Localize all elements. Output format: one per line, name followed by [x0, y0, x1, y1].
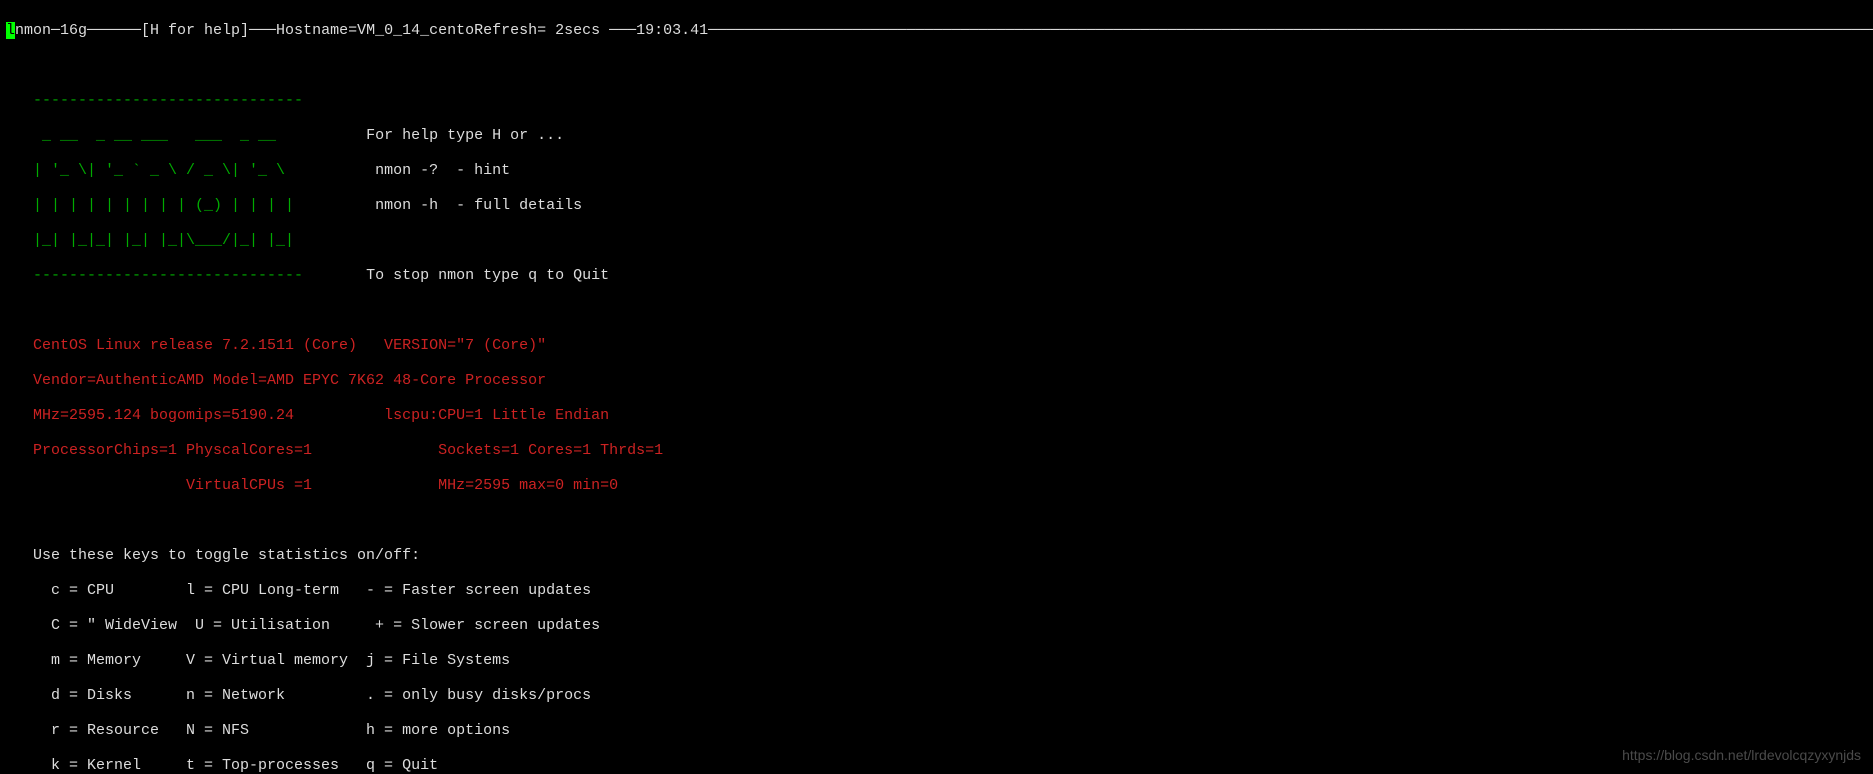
logo-border-bottom: ------------------------------: [6, 267, 366, 284]
keys-row: c = CPU l = CPU Long-term - = Faster scr…: [6, 582, 1867, 600]
sysinfo-os: CentOS Linux release 7.2.1511 (Core) VER…: [6, 337, 1867, 355]
header-prefix: nmon─16g──────[H for help]───Hostname=: [15, 22, 357, 39]
nmon-terminal[interactable]: lnmon─16g──────[H for help]───Hostname=V…: [0, 0, 1873, 774]
help-text: To stop nmon type q to Quit: [366, 267, 609, 284]
help-text: nmon -h - full details: [366, 197, 582, 214]
sysinfo-vcpu: VirtualCPUs =1 MHz=2595 max=0 min=0: [6, 477, 1867, 495]
blank-row: [6, 57, 1867, 75]
nmon-logo-line: | | | | | | | | | (_) | | | |: [6, 197, 366, 214]
refresh-label: Refresh=: [474, 22, 546, 39]
hostname: VM_0_14_cento: [357, 22, 474, 39]
help-text: nmon -? - hint: [366, 162, 510, 179]
watermark: https://blog.csdn.net/lrdevolcqzyxynjds: [1622, 747, 1861, 765]
keys-row: k = Kernel t = Top-processes q = Quit: [6, 757, 1867, 774]
header-trailing: ────────────────────────────────────────…: [708, 22, 1873, 39]
logo-border-top: ------------------------------: [6, 92, 303, 109]
nmon-logo-line: |_| |_|_| |_| |_|\___/|_| |_|: [6, 232, 366, 249]
sysinfo-cpu: Vendor=AuthenticAMD Model=AMD EPYC 7K62 …: [6, 372, 1867, 390]
logo-row-2: _ __ _ __ ___ ___ _ __ For help type H o…: [6, 127, 1867, 145]
blank-row: [6, 512, 1867, 530]
help-text: For help type H or ...: [366, 127, 564, 144]
keys-row: d = Disks n = Network . = only busy disk…: [6, 687, 1867, 705]
refresh-value: 2secs ───: [546, 22, 636, 39]
keys-row: r = Resource N = NFS h = more options: [6, 722, 1867, 740]
cursor: l: [6, 22, 15, 39]
blank-row: [6, 302, 1867, 320]
keys-row: m = Memory V = Virtual memory j = File S…: [6, 652, 1867, 670]
sysinfo-mhz: MHz=2595.124 bogomips=5190.24 lscpu:CPU=…: [6, 407, 1867, 425]
nmon-logo-line: | '_ \| '_ ` _ \ / _ \| '_ \: [6, 162, 366, 179]
clock: 19:03.41: [636, 22, 708, 39]
logo-row-4: | | | | | | | | | (_) | | | | nmon -h - …: [6, 197, 1867, 215]
keys-row: C = " WideView U = Utilisation + = Slowe…: [6, 617, 1867, 635]
logo-row-6: ------------------------------ To stop n…: [6, 267, 1867, 285]
logo-row-3: | '_ \| '_ ` _ \ / _ \| '_ \ nmon -? - h…: [6, 162, 1867, 180]
header-line: lnmon─16g──────[H for help]───Hostname=V…: [6, 22, 1867, 40]
logo-row-5: |_| |_|_| |_| |_|\___/|_| |_|: [6, 232, 1867, 250]
nmon-logo-line: _ __ _ __ ___ ___ _ __: [6, 127, 366, 144]
keys-header: Use these keys to toggle statistics on/o…: [6, 547, 1867, 565]
logo-row-1: ------------------------------: [6, 92, 1867, 110]
sysinfo-proc: ProcessorChips=1 PhyscalCores=1 Sockets=…: [6, 442, 1867, 460]
